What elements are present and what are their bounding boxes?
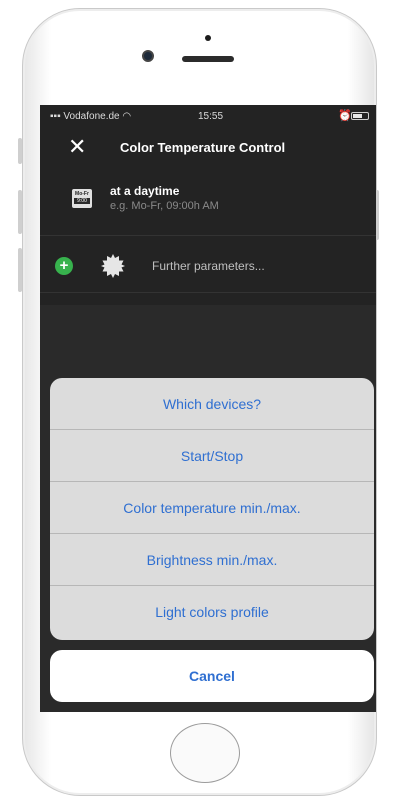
add-icon[interactable]: + bbox=[55, 257, 73, 275]
home-button[interactable] bbox=[170, 723, 240, 783]
brightness-option[interactable]: Brightness min./max. bbox=[50, 534, 374, 586]
front-camera bbox=[142, 50, 154, 62]
daytime-title: at a daytime bbox=[110, 184, 180, 198]
daytime-subtitle: e.g. Mo-Fr, 09:00h AM bbox=[110, 200, 219, 212]
battery-icon bbox=[351, 112, 369, 120]
start-stop-option[interactable]: Start/Stop bbox=[50, 430, 374, 482]
close-icon[interactable]: ✕ bbox=[68, 135, 86, 159]
calendar-icon-days: Mo-Fr bbox=[75, 191, 89, 197]
calendar-icon: Mo-Fr 9:00 bbox=[72, 189, 92, 208]
carrier-text: Vodafone.de bbox=[63, 111, 120, 122]
cancel-button[interactable]: Cancel bbox=[50, 650, 374, 702]
volume-up-button bbox=[18, 190, 22, 234]
action-sheet: Which devices? Start/Stop Color temperat… bbox=[50, 378, 374, 640]
signal-icon: ▪▪▪ bbox=[50, 111, 61, 122]
calendar-icon-time: 9:00 bbox=[74, 198, 90, 204]
color-temperature-option[interactable]: Color temperature min./max. bbox=[50, 482, 374, 534]
earpiece-speaker bbox=[182, 56, 234, 62]
navigation-bar: ✕ Color Temperature Control bbox=[40, 127, 376, 169]
volume-down-button bbox=[18, 248, 22, 292]
further-parameters-row[interactable]: + Further parameters... bbox=[40, 236, 376, 293]
page-title: Color Temperature Control bbox=[120, 140, 286, 155]
which-devices-option[interactable]: Which devices? bbox=[50, 378, 374, 430]
proximity-sensor bbox=[205, 35, 211, 41]
screen: ▪▪▪ Vodafone.de ◠ 15:55 ⏰ ✕ Color Temper… bbox=[40, 105, 376, 712]
alarm-icon: ⏰ bbox=[338, 110, 352, 122]
mute-switch bbox=[18, 138, 22, 164]
further-parameters-label: Further parameters... bbox=[152, 259, 265, 273]
light-colors-profile-option[interactable]: Light colors profile bbox=[50, 586, 374, 640]
status-bar: ▪▪▪ Vodafone.de ◠ 15:55 ⏰ bbox=[40, 105, 376, 127]
status-time: 15:55 bbox=[198, 111, 224, 122]
carrier-label: ▪▪▪ Vodafone.de ◠ bbox=[50, 111, 131, 122]
wifi-icon: ◠ bbox=[122, 111, 132, 122]
daytime-trigger-row[interactable]: Mo-Fr 9:00 at a daytime e.g. Mo-Fr, 09:0… bbox=[40, 169, 376, 236]
gear-icon bbox=[101, 254, 125, 278]
